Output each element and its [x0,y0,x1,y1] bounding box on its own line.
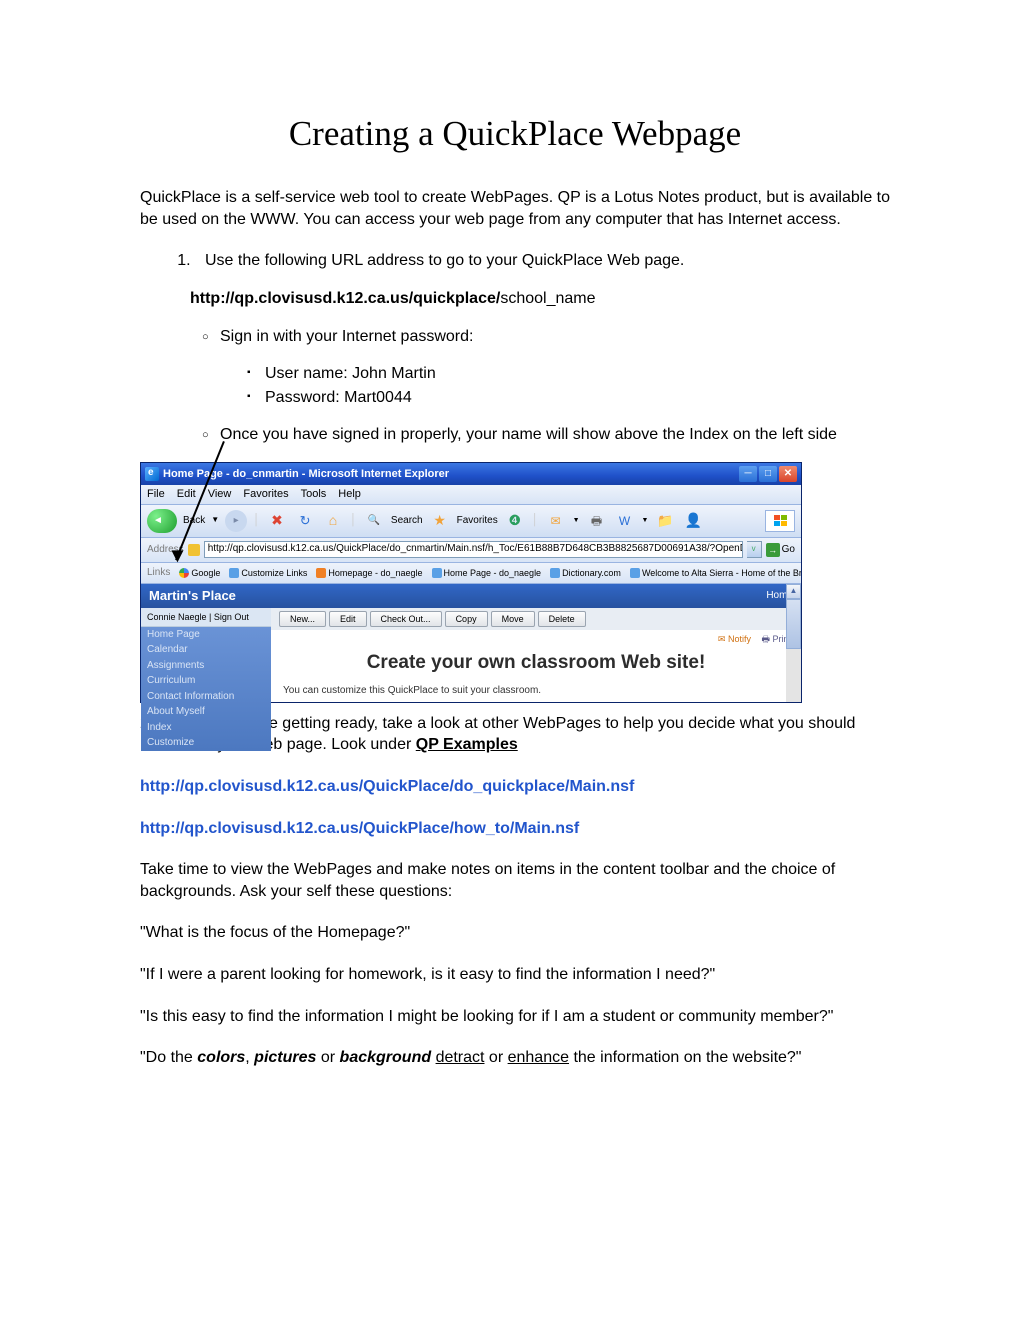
btn-new[interactable]: New... [279,611,326,627]
side-customize[interactable]: Customize [141,735,271,751]
question-4: "Do the colors, pictures or background d… [140,1047,890,1069]
menu-help[interactable]: Help [338,487,361,502]
forward-button[interactable]: ▸ [225,510,247,532]
folder-button[interactable]: 📁 [654,510,676,532]
address-bar: Address http://qp.clovisusd.k12.ca.us/Qu… [141,538,801,563]
links-bar: Links Google Customize Links Homepage - … [141,563,801,584]
btn-delete[interactable]: Delete [538,611,586,627]
links-label: Links [147,566,170,580]
btn-edit[interactable]: Edit [329,611,367,627]
scroll-thumb[interactable] [786,599,801,649]
maximize-button[interactable]: □ [759,466,777,482]
sub-after-signin: Once you have signed in properly, your n… [220,424,890,446]
messenger-button[interactable]: 👤 [682,510,704,532]
sub-username: User name: John Martin [265,363,890,385]
search-label: Search [391,514,423,528]
back-button[interactable] [147,509,177,533]
classroom-subline: You can customize this QuickPlace to sui… [271,678,801,704]
sub-signin: Sign in with your Internet password: [220,326,890,348]
link-google[interactable]: Google [179,567,220,579]
example-link-1[interactable]: http://qp.clovisusd.k12.ca.us/QuickPlace… [140,776,890,798]
minimize-button[interactable]: ─ [739,466,757,482]
page-title: Creating a QuickPlace Webpage [140,110,890,157]
link-homepage2[interactable]: Home Page - do_naegle [432,567,542,579]
sub-password: Password: Mart0044 [265,387,890,409]
side-home[interactable]: Home Page [141,627,271,643]
menu-edit[interactable]: Edit [177,487,196,502]
link-homepage1[interactable]: Homepage - do_naegle [316,567,422,579]
step-1: Use the following URL address to go to y… [195,250,890,272]
side-contact[interactable]: Contact Information [141,689,271,705]
ie-icon [145,467,159,481]
favorites-label: Favorites [457,514,498,528]
favorites-button[interactable]: ★ [429,510,451,532]
scrollbar[interactable]: ▲ [786,584,801,702]
windows-flag-icon [765,510,795,532]
btn-copy[interactable]: Copy [445,611,488,627]
link-dictionary[interactable]: Dictionary.com [550,567,621,579]
para-review: Take time to view the WebPages and make … [140,859,890,902]
side-calendar[interactable]: Calendar [141,642,271,658]
address-input[interactable]: http://qp.clovisusd.k12.ca.us/QuickPlace… [204,541,743,558]
stop-button[interactable]: ✖ [266,510,288,532]
go-button[interactable]: →Go [766,543,795,557]
menu-view[interactable]: View [208,487,232,502]
sidebar: Home Page Calendar Assignments Curriculu… [141,627,271,751]
question-1: "What is the focus of the Homepage?" [140,922,890,944]
signin-row[interactable]: Connie Naegle | Sign Out [141,608,271,627]
intro-paragraph: QuickPlace is a self-service web tool to… [140,187,890,230]
window-titlebar: Home Page - do_cnmartin - Microsoft Inte… [141,463,801,485]
window-title: Home Page - do_cnmartin - Microsoft Inte… [163,467,449,482]
page-icon [188,544,200,556]
toolbar: Back ▼ ▸ │ ✖ ↻ ⌂ │ 🔍 Search ★ Favorites … [141,505,801,538]
scroll-up[interactable]: ▲ [786,584,801,599]
edit-button[interactable]: W [614,510,636,532]
page-content: Martin's Place Home Connie Naegle | Sign… [141,584,801,702]
action-buttons: New... Edit Check Out... Copy Move Delet… [271,608,801,630]
menu-tools[interactable]: Tools [301,487,327,502]
close-button[interactable]: ✕ [779,466,797,482]
link-customize[interactable]: Customize Links [229,567,307,579]
classroom-headline: Create your own classroom Web site! [271,650,801,676]
menu-favorites[interactable]: Favorites [243,487,288,502]
side-index[interactable]: Index [141,720,271,736]
search-button[interactable]: 🔍 [363,510,385,532]
home-button[interactable]: ⌂ [322,510,344,532]
btn-move[interactable]: Move [491,611,535,627]
side-about[interactable]: About Myself [141,704,271,720]
address-dropdown[interactable]: v [747,541,762,558]
place-title: Martin's Place [149,587,236,605]
mail-button[interactable]: ✉ [545,510,567,532]
qp-examples-link: QP Examples [416,736,518,753]
question-3: "Is this easy to find the information I … [140,1006,890,1028]
example-link-2[interactable]: http://qp.clovisusd.k12.ca.us/QuickPlace… [140,818,890,840]
menubar: File Edit View Favorites Tools Help [141,485,801,505]
link-altasierra[interactable]: Welcome to Alta Sierra - Home of the Bru… [630,567,801,579]
print-button[interactable]: 🖶 [586,510,608,532]
btn-checkout[interactable]: Check Out... [370,611,442,627]
ie-screenshot: Home Page - do_cnmartin - Microsoft Inte… [140,462,802,703]
question-2: "If I were a parent looking for homework… [140,964,890,986]
side-curriculum[interactable]: Curriculum [141,673,271,689]
refresh-button[interactable]: ↻ [294,510,316,532]
notify-link[interactable]: ✉ Notify [718,634,751,644]
step1-url: http://qp.clovisusd.k12.ca.us/quickplace… [190,288,890,310]
menu-file[interactable]: File [147,487,165,502]
history-button[interactable]: ❹ [504,510,526,532]
side-assignments[interactable]: Assignments [141,658,271,674]
